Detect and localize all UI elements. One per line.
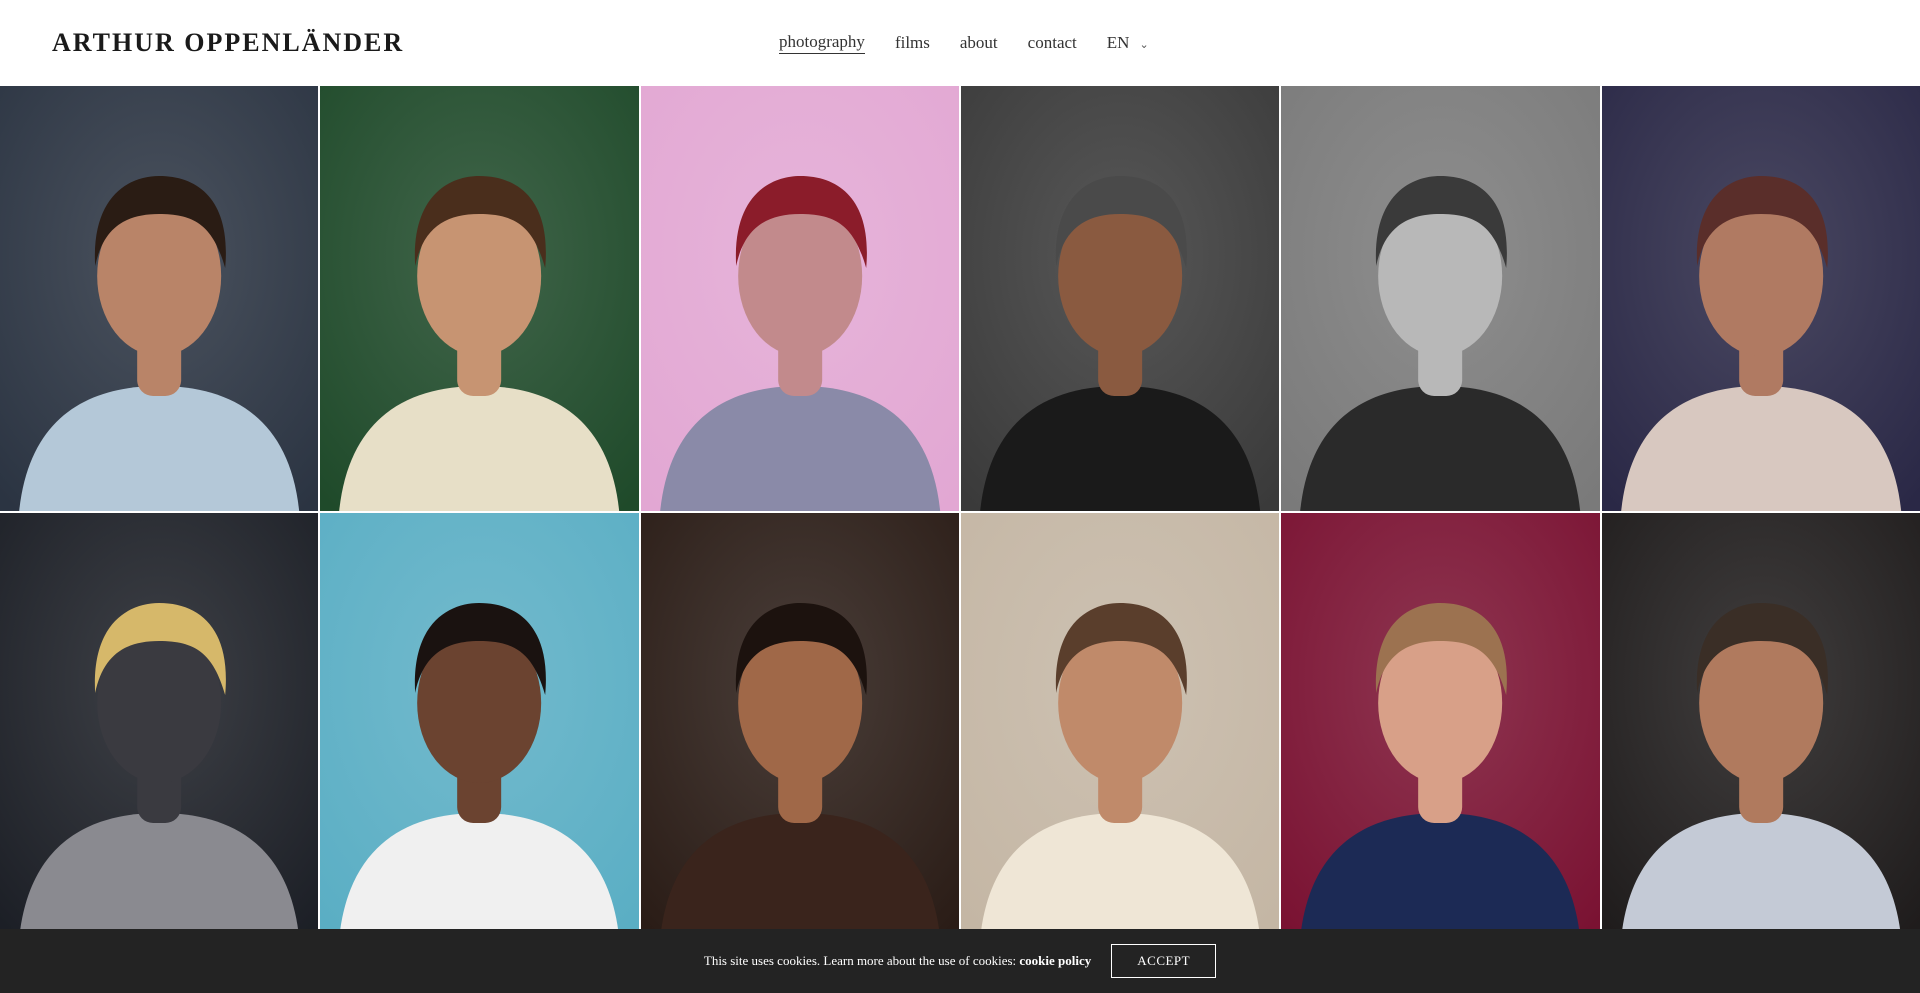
- cookie-policy-link[interactable]: cookie policy: [1019, 953, 1091, 968]
- nav-photography[interactable]: photography: [779, 32, 865, 54]
- portrait-image: [1601, 86, 1920, 511]
- site-logo[interactable]: ARTHUR OPPENLÄNDER: [52, 28, 404, 58]
- portrait-image: [640, 513, 959, 938]
- accept-cookies-button[interactable]: ACCEPT: [1111, 944, 1217, 978]
- portrait-image: [1281, 513, 1600, 938]
- gallery-photo[interactable]: [961, 513, 1280, 938]
- cookie-text: This site uses cookies. Learn more about…: [703, 953, 1017, 968]
- gallery-photo[interactable]: [0, 86, 319, 511]
- nav-films[interactable]: films: [895, 33, 930, 53]
- nav-contact[interactable]: contact: [1028, 33, 1077, 53]
- gallery-photo[interactable]: [640, 86, 959, 511]
- portrait-image: [1601, 513, 1920, 938]
- gallery-photo[interactable]: [1601, 513, 1920, 938]
- gallery-photo[interactable]: [1281, 86, 1600, 511]
- gallery-photo[interactable]: [1281, 513, 1600, 938]
- portrait-image: [320, 513, 639, 938]
- language-label: EN: [1106, 33, 1130, 52]
- gallery-photo[interactable]: [320, 513, 639, 938]
- chevron-down-icon: ⌄: [1139, 38, 1149, 51]
- portrait-image: [961, 86, 1280, 511]
- portrait-image: [320, 86, 639, 511]
- gallery-photo[interactable]: [0, 513, 319, 938]
- portrait-image: [0, 86, 319, 511]
- portrait-image: [1281, 86, 1600, 511]
- portrait-image: [0, 513, 319, 938]
- language-selector[interactable]: EN ⌄: [1107, 33, 1149, 53]
- cookie-banner: This site uses cookies. Learn more about…: [0, 929, 1920, 993]
- gallery-photo[interactable]: [640, 513, 959, 938]
- site-header: ARTHUR OPPENLÄNDER photography films abo…: [0, 0, 1920, 86]
- gallery-photo[interactable]: [961, 86, 1280, 511]
- gallery-photo[interactable]: [1601, 86, 1920, 511]
- main-nav: photography films about contact EN ⌄: [779, 32, 1149, 54]
- gallery-photo[interactable]: [320, 86, 639, 511]
- portrait-image: [961, 513, 1280, 938]
- portrait-image: [640, 86, 959, 511]
- photo-gallery: [0, 86, 1920, 993]
- nav-about[interactable]: about: [960, 33, 998, 53]
- cookie-message: This site uses cookies. Learn more about…: [704, 953, 1091, 969]
